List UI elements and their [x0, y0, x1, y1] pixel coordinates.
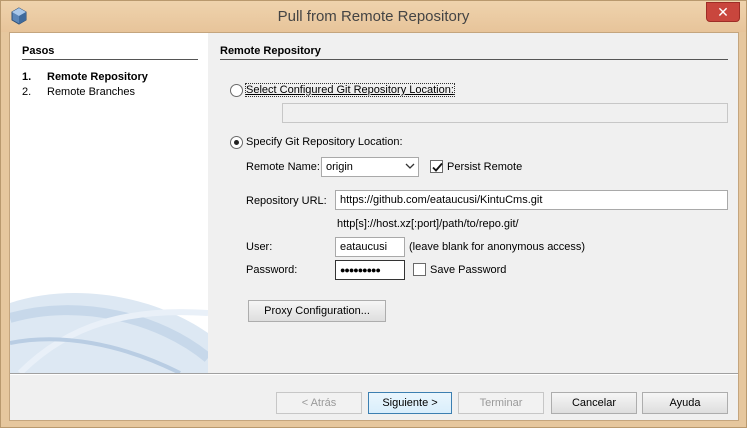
- persist-remote-label[interactable]: Persist Remote: [447, 161, 522, 173]
- step-label: Remote Branches: [47, 86, 136, 98]
- specify-location-label[interactable]: Specify Git Repository Location:: [246, 136, 403, 148]
- checkmark-icon: [432, 162, 443, 172]
- steps-title: Pasos: [22, 45, 198, 60]
- repository-url-label: Repository URL:: [246, 195, 327, 207]
- remote-name-select[interactable]: origin: [321, 157, 419, 177]
- step-number: 2.: [22, 86, 32, 98]
- cancel-button[interactable]: Cancelar: [551, 392, 637, 414]
- dialog-window: Pull from Remote Repository ✕ Pasos 1. Re…: [0, 0, 747, 428]
- save-password-checkbox[interactable]: [413, 263, 426, 276]
- section-title: Remote Repository: [220, 45, 728, 60]
- back-button[interactable]: < Atrás: [276, 392, 362, 414]
- remote-name-label: Remote Name:: [246, 161, 320, 173]
- step-remote-branches: 2. Remote Branches: [22, 86, 135, 98]
- password-label: Password:: [246, 264, 298, 276]
- save-password-label[interactable]: Save Password: [430, 264, 506, 276]
- step-label: Remote Repository: [47, 71, 148, 83]
- steps-panel: Pasos 1. Remote Repository 2. Remote Branc…: [10, 33, 208, 373]
- step-number: 1.: [22, 71, 32, 83]
- repository-url-input[interactable]: https://github.com/eataucusi/KintuCms.gi…: [335, 190, 728, 210]
- password-input[interactable]: ●●●●●●●●●: [335, 260, 405, 280]
- chevron-down-icon: [405, 163, 415, 169]
- next-button[interactable]: Siguiente >: [368, 392, 452, 414]
- user-label: User:: [246, 241, 273, 253]
- remote-name-value: origin: [326, 161, 353, 173]
- repository-url-hint: http[s]://host.xz[:port]/path/to/repo.gi…: [337, 218, 519, 230]
- configured-location-label[interactable]: Select Configured Git Repository Locatio…: [245, 83, 455, 97]
- title-bar[interactable]: Pull from Remote Repository ✕: [1, 1, 746, 32]
- window-title: Pull from Remote Repository: [277, 8, 470, 25]
- proxy-configuration-button[interactable]: Proxy Configuration...: [248, 300, 386, 322]
- footer-separator: [10, 373, 738, 375]
- configured-location-field: [282, 103, 728, 123]
- step-remote-repository: 1. Remote Repository: [22, 71, 148, 83]
- finish-button[interactable]: Terminar: [458, 392, 544, 414]
- user-input[interactable]: eataucusi: [335, 237, 405, 257]
- close-icon: ✕: [717, 4, 729, 20]
- dialog-content: Pasos 1. Remote Repository 2. Remote Branc…: [9, 32, 739, 421]
- main-panel: Remote Repository Select Configured Git …: [208, 33, 738, 373]
- radio-configured-location[interactable]: [230, 84, 243, 97]
- close-button[interactable]: ✕: [706, 2, 740, 22]
- decorative-swoosh: [10, 293, 208, 373]
- user-hint: (leave blank for anonymous access): [409, 241, 586, 253]
- persist-remote-checkbox[interactable]: [430, 160, 443, 173]
- radio-specify-location[interactable]: [230, 136, 243, 149]
- help-button[interactable]: Ayuda: [642, 392, 728, 414]
